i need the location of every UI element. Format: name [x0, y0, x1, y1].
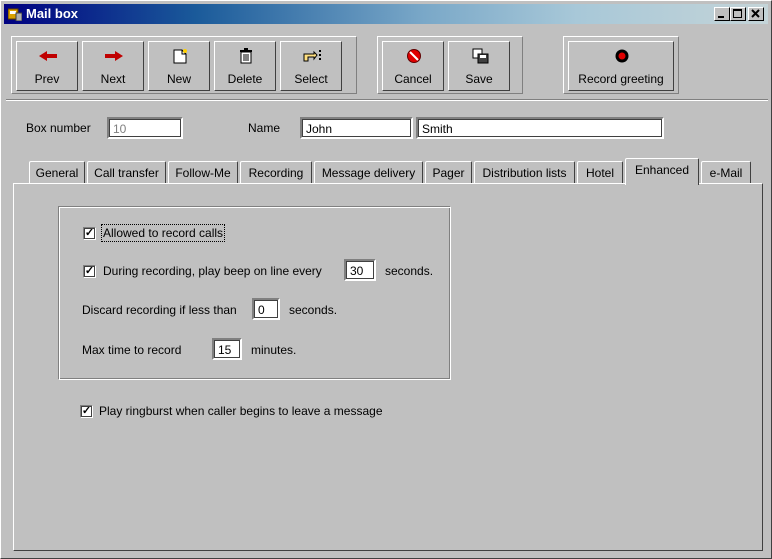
max-time-unit-label: minutes. — [251, 343, 297, 357]
save-icon — [472, 48, 489, 64]
beep-interval-field[interactable]: 30 — [344, 259, 376, 281]
cancel-label: Cancel — [394, 72, 432, 86]
select-button[interactable]: Select — [280, 41, 342, 91]
left-arrow-icon — [39, 51, 57, 61]
toolbar-separator — [6, 99, 768, 101]
edit-button-group: Cancel Save — [377, 36, 523, 94]
discard-unit-label: seconds. — [289, 303, 338, 317]
navigation-button-group: Prev Next New Delete Select — [11, 36, 357, 94]
mailbox-app-icon — [8, 8, 22, 21]
next-button[interactable]: Next — [82, 41, 144, 91]
select-label: Select — [294, 72, 328, 86]
delete-button[interactable]: Delete — [214, 41, 276, 91]
beep-unit-label: seconds. — [385, 264, 434, 278]
right-arrow-icon — [105, 51, 123, 61]
tab-distribution-lists[interactable]: Distribution lists — [474, 161, 575, 183]
close-button[interactable] — [748, 7, 764, 21]
name-label: Name — [248, 121, 281, 135]
tab-recording[interactable]: Recording — [240, 161, 312, 183]
box-number-field[interactable]: 10 — [107, 117, 183, 139]
tab-pager[interactable]: Pager — [425, 161, 472, 183]
toolbar: Prev Next New Delete Select Cancel Save … — [11, 36, 763, 96]
tab-enhanced[interactable]: Enhanced — [625, 158, 699, 185]
cancel-icon — [407, 49, 421, 63]
maximize-icon — [733, 9, 742, 18]
allowed-to-record-label[interactable]: Allowed to record calls — [100, 224, 226, 242]
record-greeting-button[interactable]: Record greeting — [568, 41, 674, 91]
new-button[interactable]: New — [148, 41, 210, 91]
ringburst-checkbox[interactable]: ✓ — [80, 405, 93, 418]
delete-label: Delete — [227, 72, 263, 86]
box-number-label: Box number — [26, 121, 91, 135]
save-button[interactable]: Save — [448, 41, 510, 91]
maximize-button[interactable] — [730, 7, 746, 21]
tab-call-transfer[interactable]: Call transfer — [87, 161, 166, 183]
new-label: New — [166, 72, 191, 86]
prev-label: Prev — [34, 72, 60, 86]
record-button-group: Record greeting — [563, 36, 679, 94]
allowed-to-record-checkbox[interactable]: ✓ — [83, 227, 96, 240]
first-name-field[interactable]: John — [300, 117, 413, 139]
max-time-label: Max time to record — [82, 343, 182, 357]
tab-message-delivery[interactable]: Message delivery — [314, 161, 423, 183]
prev-button[interactable]: Prev — [16, 41, 78, 91]
discard-seconds-field[interactable]: 0 — [252, 298, 280, 320]
tab-hotel[interactable]: Hotel — [577, 161, 623, 183]
tab-follow-me[interactable]: Follow-Me — [168, 161, 238, 183]
mailbox-window: Mail box Prev Next New Delete Select Can… — [0, 0, 772, 559]
last-name-field[interactable]: Smith — [416, 117, 664, 139]
window-title: Mail box — [26, 6, 79, 21]
cancel-button[interactable]: Cancel — [382, 41, 444, 91]
minimize-icon — [718, 16, 724, 18]
select-hand-icon — [303, 50, 321, 62]
record-greeting-label: Record greeting — [578, 72, 664, 86]
active-tab-join — [626, 182, 698, 185]
tab-general[interactable]: General — [29, 161, 85, 183]
close-icon — [751, 9, 760, 18]
next-label: Next — [100, 72, 126, 86]
tab-e-mail[interactable]: e-Mail — [701, 161, 751, 183]
play-beep-checkbox[interactable]: ✓ — [83, 265, 96, 278]
minimize-button[interactable] — [714, 7, 730, 21]
play-beep-label[interactable]: During recording, play beep on line ever… — [103, 264, 322, 278]
discard-label: Discard recording if less than — [82, 303, 237, 317]
ringburst-label[interactable]: Play ringburst when caller begins to lea… — [99, 404, 383, 418]
new-document-icon — [173, 49, 187, 64]
max-time-field[interactable]: 15 — [212, 338, 242, 360]
trash-icon — [240, 48, 252, 64]
record-icon — [615, 49, 629, 63]
save-label: Save — [465, 72, 493, 86]
title-bar[interactable]: Mail box — [4, 4, 768, 24]
